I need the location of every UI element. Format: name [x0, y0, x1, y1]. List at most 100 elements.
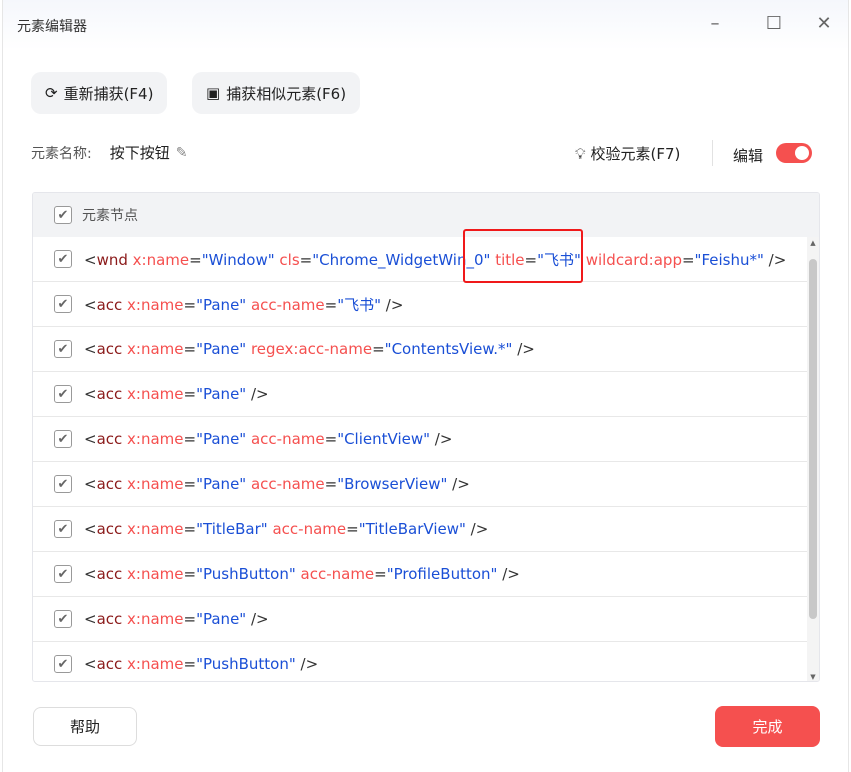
row-checkbox[interactable]: ✔ [54, 250, 72, 268]
code-token: = [189, 250, 202, 269]
code-token: < [84, 250, 97, 269]
code-token: x:name [122, 475, 184, 493]
row-checkbox[interactable]: ✔ [54, 295, 72, 313]
capture-similar-label: 捕获相似元素(F6) [226, 84, 347, 103]
code-token: "Pane" [196, 295, 247, 314]
code-token: x:name [122, 655, 184, 673]
code-token: /> [381, 295, 404, 314]
code-token: /> [430, 430, 453, 448]
code-token: /> [512, 340, 535, 358]
code-token: /> [465, 520, 489, 538]
code-token: < [84, 610, 97, 628]
code-token: = [299, 250, 313, 269]
table-row[interactable]: ✔ <acc x:name="PushButton" acc-name="Prof… [33, 552, 808, 597]
code-token: x:name [122, 340, 184, 358]
scroll-down-icon[interactable]: ▼ [807, 673, 819, 681]
code-token: "飞书" [337, 295, 381, 314]
maximize-icon[interactable]: ☐ [762, 12, 786, 36]
code-token: = [183, 655, 197, 673]
code-token: = [374, 565, 387, 583]
window-title: 元素编辑器 [17, 19, 87, 35]
code-token: acc [96, 385, 123, 403]
code-token: = [183, 565, 197, 583]
code-token: "TitleBar" [196, 520, 268, 538]
table-row[interactable]: ✔ <acc x:name="Pane" /> [33, 372, 808, 417]
table-row[interactable]: ✔ <wnd x:name="Window" cls="Chrome_Widget… [33, 237, 808, 282]
header-label: 元素节点 [82, 208, 138, 224]
code-token: /> [447, 475, 470, 493]
row-checkbox[interactable]: ✔ [54, 385, 72, 403]
code-token: < [84, 430, 97, 448]
code-token: acc-name [246, 430, 325, 448]
row-checkbox[interactable]: ✔ [54, 655, 72, 673]
code-token: acc [96, 295, 123, 314]
code-token: "ClientView" [337, 430, 431, 448]
node-code: <wnd x:name="Window" cls="Chrome_WidgetW… [84, 249, 786, 270]
select-all-checkbox[interactable]: ✔ [54, 206, 72, 224]
close-icon[interactable]: ✕ [812, 12, 836, 36]
table-row[interactable]: ✔ <acc x:name="PushButton" /> [33, 642, 808, 681]
code-token: acc-name [295, 565, 375, 583]
row-checkbox[interactable]: ✔ [54, 475, 72, 493]
node-code: <acc x:name="Pane" acc-name="ClientView"… [84, 430, 452, 448]
code-token: x:name [122, 430, 184, 448]
done-button[interactable]: 完成 [715, 706, 820, 747]
divider [712, 140, 713, 166]
code-token: "PushButton" [196, 565, 296, 583]
element-editor-window: 元素编辑器 – ☐ ✕ ⟳ 重新捕获(F4) ▣ 捕获相似元素(F6) 元素名称… [2, 0, 849, 772]
element-name-row: 元素名称: 按下按钮 ✎ [31, 142, 187, 163]
code-token: < [84, 655, 97, 673]
code-token: acc-name [267, 520, 347, 538]
highlight-box [463, 229, 583, 283]
code-token: /> [246, 385, 269, 403]
code-token: < [84, 340, 97, 358]
code-token: "ProfileButton" [386, 565, 498, 583]
table-row[interactable]: ✔ <acc x:name="Pane" regex:acc-name="Cont… [33, 327, 808, 372]
table-row[interactable]: ✔ <acc x:name="Pane" acc-name="飞书" /> [33, 282, 808, 327]
code-token: < [84, 295, 97, 314]
code-token: /> [295, 655, 319, 673]
help-button[interactable]: 帮助 [33, 707, 137, 746]
node-code: <acc x:name="Pane" acc-name="飞书" /> [84, 294, 403, 315]
code-token: = [183, 340, 197, 358]
table-row[interactable]: ✔ <acc x:name="TitleBar" acc-name="TitleB… [33, 507, 808, 552]
row-checkbox[interactable]: ✔ [54, 430, 72, 448]
code-token: = [183, 475, 197, 493]
code-token: = [324, 475, 338, 493]
scrollbar-thumb[interactable] [809, 259, 817, 619]
pencil-icon[interactable]: ✎ [176, 145, 188, 161]
capture-similar-button[interactable]: ▣ 捕获相似元素(F6) [192, 72, 361, 114]
title-bar: 元素编辑器 – ☐ ✕ [3, 0, 848, 50]
table-row[interactable]: ✔ <acc x:name="Pane" acc-name="ClientView… [33, 417, 808, 462]
code-token: x:name [122, 295, 184, 314]
scrollbar[interactable]: ▲ ▼ [807, 237, 819, 681]
row-checkbox[interactable]: ✔ [54, 520, 72, 538]
row-checkbox[interactable]: ✔ [54, 565, 72, 583]
edit-toggle[interactable] [776, 143, 812, 163]
scroll-up-icon[interactable]: ▲ [807, 239, 819, 247]
code-token: wildcard:app [580, 250, 682, 269]
recapture-button[interactable]: ⟳ 重新捕获(F4) [31, 72, 168, 114]
code-token: "PushButton" [196, 655, 296, 673]
element-name-label: 元素名称: [31, 145, 92, 162]
code-token: cls [274, 250, 300, 269]
code-token: x:name [122, 520, 184, 538]
row-checkbox[interactable]: ✔ [54, 610, 72, 628]
minimize-icon[interactable]: – [703, 12, 727, 36]
code-token: wnd [96, 250, 128, 269]
code-token: = [183, 610, 197, 628]
table-row[interactable]: ✔ <acc x:name="Pane" /> [33, 597, 808, 642]
verify-element-button[interactable]: 💡︎ 校验元素(F7) [575, 143, 680, 164]
code-token: acc [96, 610, 123, 628]
row-checkbox[interactable]: ✔ [54, 340, 72, 358]
code-token: < [84, 475, 97, 493]
node-code: <acc x:name="PushButton" acc-name="Profi… [84, 565, 520, 583]
code-token: "Pane" [196, 430, 247, 448]
recapture-icon: ⟳ [45, 84, 58, 102]
table-row[interactable]: ✔ <acc x:name="Pane" acc-name="BrowserVie… [33, 462, 808, 507]
code-token: "Pane" [196, 475, 247, 493]
code-token: "Window" [201, 250, 275, 269]
code-token: "Feishu*" [694, 250, 764, 269]
code-token: "Pane" [196, 385, 247, 403]
node-code: <acc x:name="Pane" acc-name="BrowserView… [84, 475, 470, 493]
